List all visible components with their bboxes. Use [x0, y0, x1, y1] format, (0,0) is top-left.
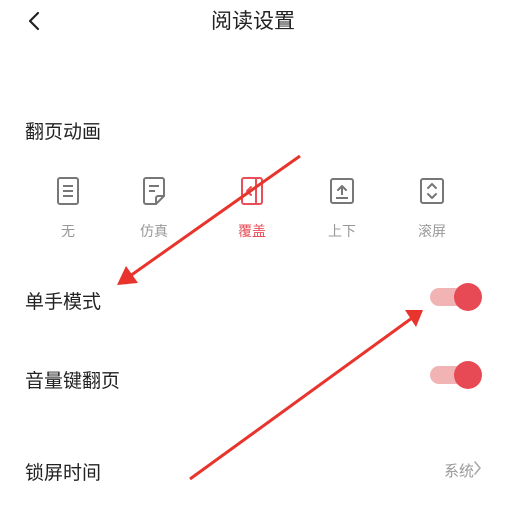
- page-turn-option-label: 仿真: [140, 224, 168, 240]
- annotation-arrow-toggle: [189, 310, 423, 481]
- cover-page-icon: [241, 177, 263, 205]
- chevron-right-icon[interactable]: [473, 460, 482, 476]
- toggle-knob: [454, 361, 482, 389]
- one-hand-mode-label: 单手模式: [25, 291, 102, 313]
- document-lines-icon: [57, 177, 79, 205]
- scroll-up-icon: [330, 178, 354, 204]
- volume-key-page-turn-label: 音量键翻页: [25, 370, 121, 392]
- page-turn-option-label: 无: [61, 224, 75, 240]
- page-turn-animation-label: 翻页动画: [25, 121, 102, 143]
- page-turn-option-label: 滚屏: [418, 224, 446, 240]
- page-turn-option-simulation[interactable]: 仿真: [124, 176, 184, 241]
- page-title: 阅读设置: [211, 9, 295, 33]
- toggle-knob: [454, 283, 482, 311]
- page-turn-option-updown[interactable]: 上下: [312, 176, 372, 241]
- scroll-updown-icon: [420, 178, 444, 204]
- page-turn-option-cover[interactable]: 覆盖: [222, 176, 282, 241]
- lock-screen-time-value[interactable]: 系统: [444, 460, 474, 481]
- volume-key-page-turn-toggle[interactable]: [430, 359, 482, 391]
- page-turn-option-none[interactable]: 无: [38, 176, 98, 241]
- page-curl-icon: [143, 177, 165, 205]
- page-turn-option-label: 上下: [328, 224, 356, 240]
- annotation-arrows: [117, 154, 423, 481]
- lock-screen-time-label: 锁屏时间: [25, 462, 102, 484]
- page-turn-option-scroll[interactable]: 滚屏: [402, 176, 462, 241]
- page-turn-option-label: 覆盖: [238, 224, 266, 240]
- one-hand-mode-toggle[interactable]: [430, 281, 482, 313]
